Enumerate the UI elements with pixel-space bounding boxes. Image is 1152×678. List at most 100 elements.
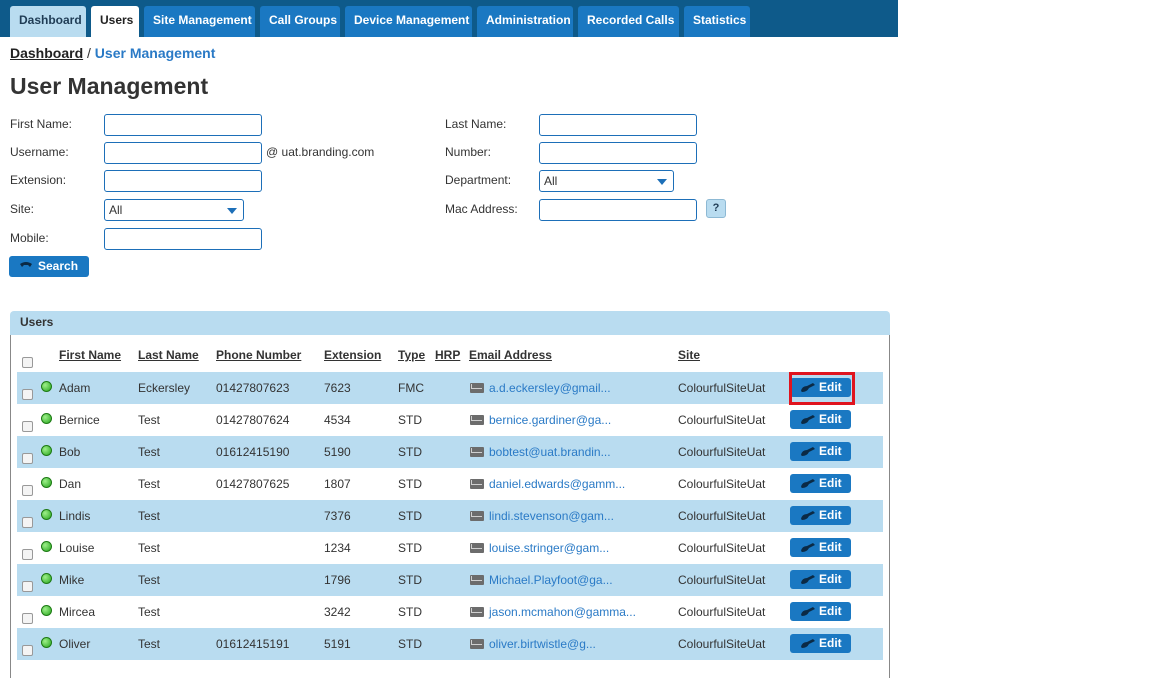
top-nav-bar: Dashboard Users Site Management Call Gro… xyxy=(0,0,898,37)
mobile-input[interactable] xyxy=(104,228,262,250)
cell-site: ColourfulSiteUat xyxy=(678,509,766,523)
cell-type: STD xyxy=(398,509,422,523)
edit-button[interactable]: Edit xyxy=(790,506,851,525)
table-row: Mircea Test 3242 STD jason.mcmahon@gamma… xyxy=(17,596,883,628)
table-row: Bob Test 01612415190 5190 STD bobtest@ua… xyxy=(17,436,883,468)
extension-input[interactable] xyxy=(104,170,262,192)
mac-address-help-button[interactable]: ? xyxy=(706,199,726,218)
tab-statistics[interactable]: Statistics xyxy=(684,6,750,37)
online-status-icon xyxy=(41,413,52,424)
users-panel-header: Users xyxy=(10,311,890,335)
edit-button-label: Edit xyxy=(819,412,842,426)
cell-email-link[interactable]: jason.mcmahon@gamma... xyxy=(489,596,636,628)
last-name-label: Last Name: xyxy=(445,117,507,131)
edit-button[interactable]: Edit xyxy=(790,538,851,557)
tab-device-management[interactable]: Device Management xyxy=(345,6,472,37)
row-checkbox[interactable] xyxy=(22,549,33,560)
online-status-icon xyxy=(41,605,52,616)
cell-last-name: Test xyxy=(138,509,161,523)
edit-button[interactable]: Edit xyxy=(790,634,851,653)
edit-button[interactable]: Edit xyxy=(790,602,851,621)
cell-first-name: Mircea xyxy=(59,605,96,619)
phone-icon xyxy=(801,639,815,648)
row-checkbox[interactable] xyxy=(22,485,33,496)
column-header-extension[interactable]: Extension xyxy=(324,348,381,362)
column-header-hrp[interactable]: HRP xyxy=(435,348,460,362)
edit-button[interactable]: Edit xyxy=(790,474,851,493)
tab-call-groups[interactable]: Call Groups xyxy=(260,6,340,37)
edit-button-label: Edit xyxy=(819,540,842,554)
edit-button[interactable]: Edit xyxy=(790,442,851,461)
row-checkbox[interactable] xyxy=(22,613,33,624)
cell-email-link[interactable]: daniel.edwards@gamm... xyxy=(489,468,625,500)
envelope-icon xyxy=(470,575,484,585)
cell-site: ColourfulSiteUat xyxy=(678,413,766,427)
online-status-icon xyxy=(41,509,52,520)
username-input[interactable] xyxy=(104,142,262,164)
cell-type: STD xyxy=(398,541,422,555)
online-status-icon xyxy=(41,541,52,552)
last-name-input[interactable] xyxy=(539,114,697,136)
cell-last-name: Test xyxy=(138,413,161,427)
row-checkbox[interactable] xyxy=(22,581,33,592)
envelope-icon xyxy=(470,383,484,393)
first-name-input[interactable] xyxy=(104,114,262,136)
department-select[interactable]: All xyxy=(539,170,674,192)
row-checkbox[interactable] xyxy=(22,389,33,400)
number-label: Number: xyxy=(445,145,492,159)
tab-administration[interactable]: Administration xyxy=(477,6,573,37)
cell-type: STD xyxy=(398,445,422,459)
table-row: Mike Test 1796 STD Michael.Playfoot@ga..… xyxy=(17,564,883,596)
edit-button[interactable]: Edit xyxy=(790,410,851,429)
department-label: Department: xyxy=(445,173,512,187)
column-header-site[interactable]: Site xyxy=(678,348,700,362)
cell-site: ColourfulSiteUat xyxy=(678,477,766,491)
number-input[interactable] xyxy=(539,142,697,164)
tab-site-management[interactable]: Site Management xyxy=(144,6,255,37)
cell-email-link[interactable]: louise.stringer@gam... xyxy=(489,532,609,564)
envelope-icon xyxy=(470,639,484,649)
tab-users[interactable]: Users xyxy=(91,6,139,37)
envelope-icon xyxy=(470,447,484,457)
online-status-icon xyxy=(41,445,52,456)
column-header-first-name[interactable]: First Name xyxy=(59,348,121,362)
cell-first-name: Oliver xyxy=(59,637,91,651)
edit-button[interactable]: Edit xyxy=(790,570,851,589)
phone-icon xyxy=(801,607,815,616)
cell-email-link[interactable]: a.d.eckersley@gmail... xyxy=(489,372,611,404)
tab-dashboard[interactable]: Dashboard xyxy=(10,6,86,37)
cell-email-link[interactable]: lindi.stevenson@gam... xyxy=(489,500,614,532)
row-checkbox[interactable] xyxy=(22,645,33,656)
mobile-label: Mobile: xyxy=(10,231,49,245)
edit-button-label: Edit xyxy=(819,572,842,586)
mac-address-input[interactable] xyxy=(539,199,697,221)
page-title: User Management xyxy=(10,73,209,99)
cell-email-link[interactable]: bernice.gardiner@ga... xyxy=(489,404,611,436)
cell-site: ColourfulSiteUat xyxy=(678,605,766,619)
row-checkbox[interactable] xyxy=(22,453,33,464)
cell-last-name: Test xyxy=(138,477,161,491)
tab-recorded-calls[interactable]: Recorded Calls xyxy=(578,6,679,37)
column-header-email-address[interactable]: Email Address xyxy=(469,348,552,362)
site-select[interactable]: All xyxy=(104,199,244,221)
row-checkbox[interactable] xyxy=(22,421,33,432)
cell-first-name: Lindis xyxy=(59,509,91,523)
search-button[interactable]: Search xyxy=(9,256,89,277)
cell-type: FMC xyxy=(398,381,424,395)
mac-address-label: Mac Address: xyxy=(445,202,518,216)
breadcrumb-dashboard-link[interactable]: Dashboard xyxy=(10,45,83,61)
cell-email-link[interactable]: Michael.Playfoot@ga... xyxy=(489,564,613,596)
phone-icon xyxy=(801,447,815,456)
row-checkbox[interactable] xyxy=(22,517,33,528)
table-row: Dan Test 01427807625 1807 STD daniel.edw… xyxy=(17,468,883,500)
cell-email-link[interactable]: oliver.birtwistle@g... xyxy=(489,628,596,660)
cell-last-name: Test xyxy=(138,637,161,651)
cell-type: STD xyxy=(398,605,422,619)
select-all-checkbox[interactable] xyxy=(22,357,33,368)
table-row: Lindis Test 7376 STD lindi.stevenson@gam… xyxy=(17,500,883,532)
users-panel-title: Users xyxy=(20,315,54,329)
column-header-phone-number[interactable]: Phone Number xyxy=(216,348,301,362)
column-header-type[interactable]: Type xyxy=(398,348,425,362)
cell-email-link[interactable]: bobtest@uat.brandin... xyxy=(489,436,611,468)
column-header-last-name[interactable]: Last Name xyxy=(138,348,199,362)
